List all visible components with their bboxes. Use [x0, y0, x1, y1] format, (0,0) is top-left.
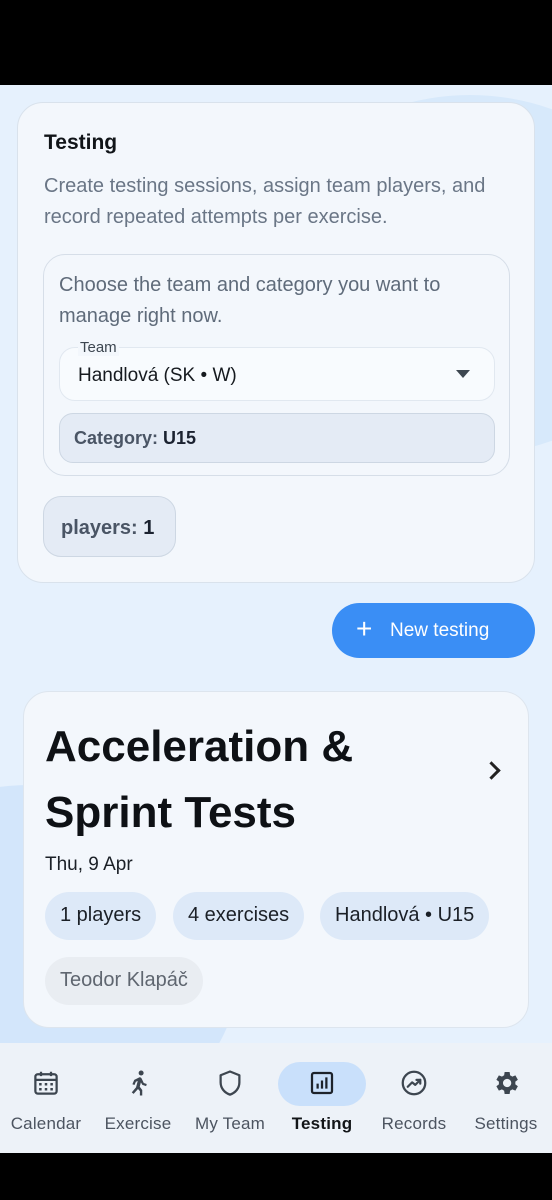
nav-testing[interactable]: Testing: [276, 1043, 368, 1153]
nav-settings[interactable]: Settings: [460, 1043, 552, 1153]
session-date: Thu, 9 Apr: [45, 854, 133, 875]
session-exercises-chip: 4 exercises: [173, 892, 305, 940]
testing-description: Create testing sessions, assign team pla…: [44, 175, 486, 228]
new-testing-label: New testing: [390, 620, 490, 641]
nav-my-team-label: My Team: [194, 1114, 266, 1133]
chart-icon: [310, 1071, 334, 1095]
team-field-label: Team: [78, 339, 119, 356]
calendar-icon: [34, 1071, 58, 1095]
session-title: Acceleration & Sprint Tests: [45, 722, 354, 837]
team-field-value: Handlová (SK • W): [78, 365, 237, 386]
status-bar: [0, 0, 552, 85]
new-testing-button[interactable]: + New testing: [332, 603, 535, 658]
testing-title: Testing: [44, 131, 118, 154]
category-value: U15: [163, 428, 197, 448]
team-dropdown[interactable]: Team Handlová (SK • W): [59, 339, 495, 401]
gear-icon: [496, 1072, 518, 1094]
bottom-navigation: Calendar Exercise My Team Testing Record…: [0, 1043, 552, 1153]
app-screen: Testing Create testing sessions, assign …: [0, 85, 552, 1043]
players-label: players:: [61, 517, 138, 539]
trending-icon: [401, 1070, 427, 1096]
category-label: Category:: [74, 428, 159, 448]
category-chip[interactable]: Category: U15: [59, 413, 495, 463]
nav-my-team[interactable]: My Team: [184, 1043, 276, 1153]
nav-records[interactable]: Records: [368, 1043, 460, 1153]
session-players-chip: 1 players: [45, 892, 157, 940]
nav-settings-label: Settings: [474, 1114, 538, 1133]
players-count-chip: players: 1: [43, 496, 176, 557]
testing-card: Testing Create testing sessions, assign …: [17, 102, 535, 583]
players-count: 1: [143, 517, 155, 539]
testing-session-card[interactable]: Acceleration & Sprint Tests Thu, 9 Apr 1…: [23, 691, 529, 1028]
nav-exercise-label: Exercise: [104, 1114, 172, 1133]
chevron-right-icon: [482, 761, 501, 780]
nav-calendar-label: Calendar: [10, 1114, 82, 1133]
selector-description: Choose the team and category you want to…: [59, 274, 441, 327]
team-selector-panel: Choose the team and category you want to…: [43, 254, 510, 476]
nav-testing-label: Testing: [291, 1114, 353, 1133]
plus-icon: +: [356, 613, 373, 644]
nav-calendar[interactable]: Calendar: [0, 1043, 92, 1153]
nav-records-label: Records: [381, 1114, 447, 1133]
dropdown-arrow-icon: [456, 370, 470, 378]
running-icon: [131, 1070, 147, 1096]
session-coach-chip: Teodor Klapáč: [45, 957, 203, 1005]
shield-icon: [219, 1070, 241, 1096]
system-navigation-bar: [0, 1153, 552, 1200]
nav-exercise[interactable]: Exercise: [92, 1043, 184, 1153]
session-team-chip: Handlová • U15: [320, 892, 490, 940]
